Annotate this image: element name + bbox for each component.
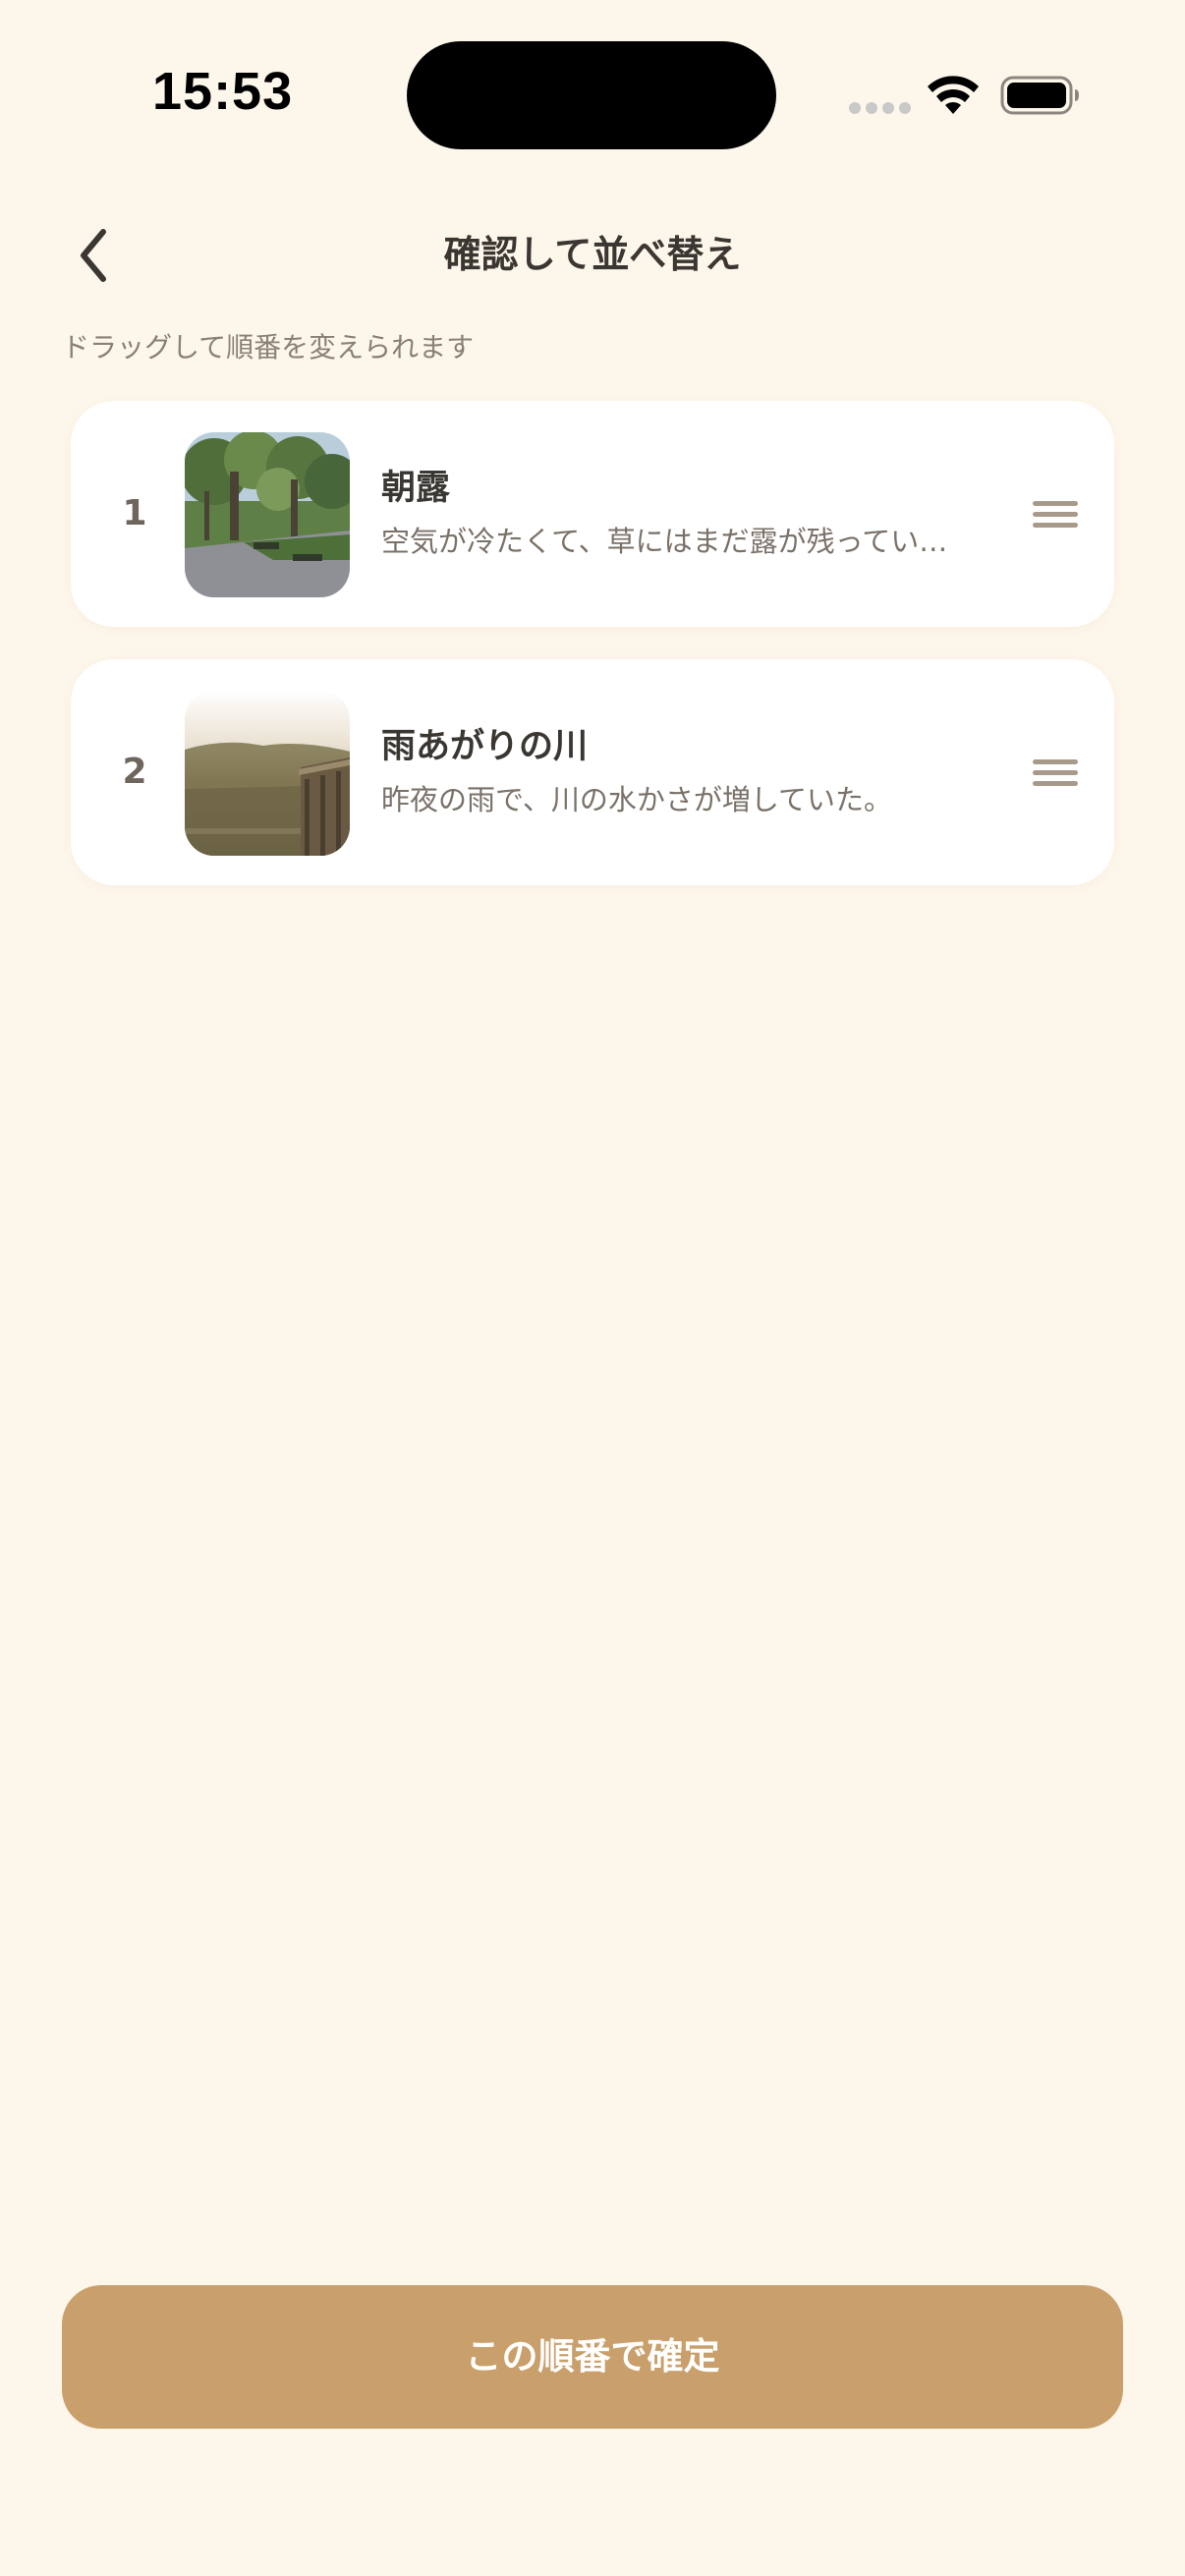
confirm-order-button[interactable]: この順番で確定 [62,2285,1123,2429]
park-trees-photo [185,432,350,597]
dynamic-island [407,41,776,149]
item-index: 2 [122,752,147,792]
list-item[interactable]: 2 雨あがりの川 昨夜の雨で、川の水かさが増していた。 [71,659,1114,885]
battery-icon [1000,76,1079,115]
drag-handle-icon[interactable] [1024,489,1087,538]
misty-river-photo [185,691,350,856]
wifi-icon [928,76,979,114]
list-item[interactable]: 1 朝露 空気が冷たくて、草にはまだ露が残ってい… [71,401,1114,627]
status-time: 15:53 [152,62,294,121]
reorder-screen: 15:53 確認して並べ替え ドラッグして順番を変えられます 1 朝露 空気が冷… [0,0,1185,2576]
page-title: 確認して並べ替え [443,233,742,276]
item-description: 昨夜の雨で、川の水かさが増していた。 [381,783,892,816]
item-index: 1 [122,493,147,533]
drag-hint-text: ドラッグして順番を変えられます [62,331,475,364]
drag-handle-icon[interactable] [1024,748,1087,797]
item-description: 空気が冷たくて、草にはまだ露が残ってい… [381,525,948,558]
item-title: 朝露 [381,469,451,508]
item-title: 雨あがりの川 [381,727,589,766]
cellular-signal-icon [849,102,911,114]
